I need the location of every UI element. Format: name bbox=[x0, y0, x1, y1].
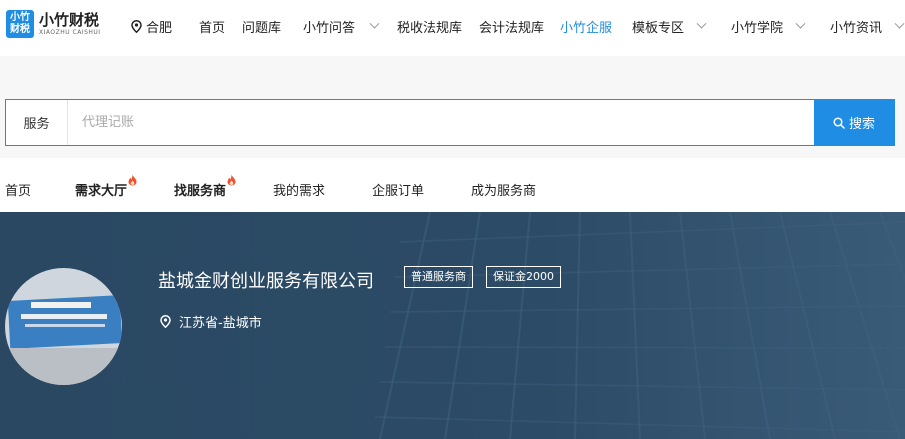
nav-templates[interactable]: 模板专区 bbox=[632, 17, 707, 36]
logo-badge-line1: 小竹 bbox=[10, 12, 30, 23]
subnav-demand-hall[interactable]: 需求大厅 bbox=[75, 174, 137, 199]
top-navigation: 小竹 财税 小竹财税 XIAOZHU CAISHUI 合肥 首页 问题库 小竹问… bbox=[0, 0, 905, 56]
city-label: 合肥 bbox=[146, 21, 173, 36]
subnav-become-provider-label: 成为服务商 bbox=[471, 184, 537, 199]
nav-academy-label: 小竹学院 bbox=[731, 21, 784, 36]
flame-icon bbox=[128, 174, 137, 186]
chevron-down-icon bbox=[696, 18, 707, 29]
location-pin-icon bbox=[131, 20, 142, 33]
avatar-sign-subtext bbox=[25, 324, 105, 327]
building-background bbox=[0, 212, 905, 439]
nav-accounting-regulations-label: 会计法规库 bbox=[479, 21, 545, 36]
subnav-my-demands[interactable]: 我的需求 bbox=[273, 180, 325, 199]
search-type-selector[interactable]: 服务 bbox=[6, 100, 68, 145]
provider-name: 盐城金财创业服务有限公司 bbox=[158, 271, 374, 292]
nav-templates-label: 模板专区 bbox=[632, 21, 685, 36]
avatar-sign-text bbox=[21, 314, 107, 319]
avatar-wall bbox=[5, 348, 122, 385]
nav-home[interactable]: 首页 bbox=[199, 17, 225, 36]
subnav-service-orders-label: 企服订单 bbox=[372, 184, 425, 199]
search-icon bbox=[833, 116, 845, 129]
site-logo[interactable]: 小竹 财税 小竹财税 XIAOZHU CAISHUI bbox=[6, 10, 101, 38]
nav-accounting-regulations[interactable]: 会计法规库 bbox=[479, 17, 544, 36]
provider-banner: 盐城金财创业服务有限公司 普通服务商 保证金2000 江苏省-盐城市 bbox=[0, 212, 905, 439]
logo-badge-line2: 财税 bbox=[10, 24, 30, 35]
provider-location: 江苏省-盐城市 bbox=[160, 312, 262, 331]
provider-deposit-badge: 保证金2000 bbox=[486, 266, 561, 288]
subnav-home[interactable]: 首页 bbox=[5, 180, 31, 199]
logo-text: 小竹财税 XIAOZHU CAISHUI bbox=[39, 11, 101, 37]
subnav-find-provider-label: 找服务商 bbox=[174, 184, 227, 199]
logo-badge: 小竹 财税 bbox=[6, 10, 34, 38]
subnav-home-label: 首页 bbox=[5, 184, 32, 199]
subnav-become-provider[interactable]: 成为服务商 bbox=[471, 180, 536, 199]
location-pin-icon bbox=[160, 315, 171, 328]
subnav-find-provider[interactable]: 找服务商 bbox=[174, 174, 236, 199]
search-bar: 服务 搜索 bbox=[5, 99, 895, 146]
logo-title: 小竹财税 bbox=[39, 11, 100, 29]
nav-qa[interactable]: 小竹问答 bbox=[303, 17, 380, 36]
provider-location-label: 江苏省-盐城市 bbox=[179, 316, 262, 331]
search-button-label: 搜索 bbox=[848, 116, 875, 131]
nav-qa-label: 小竹问答 bbox=[303, 21, 356, 36]
subnav-demand-hall-label: 需求大厅 bbox=[75, 184, 128, 199]
sub-navigation: 首页 需求大厅 找服务商 我的需求 企服订单 成为服务商 bbox=[0, 158, 905, 212]
nav-enterprise-services-label: 小竹企服 bbox=[560, 21, 613, 36]
chevron-down-icon bbox=[894, 18, 905, 29]
subnav-service-orders[interactable]: 企服订单 bbox=[372, 180, 424, 199]
nav-tax-regulations-label: 税收法规库 bbox=[397, 21, 463, 36]
search-button[interactable]: 搜索 bbox=[814, 100, 894, 145]
city-selector[interactable]: 合肥 bbox=[131, 17, 172, 36]
search-type-label: 服务 bbox=[23, 117, 50, 132]
flame-icon bbox=[227, 174, 236, 186]
nav-home-label: 首页 bbox=[199, 21, 226, 36]
nav-enterprise-services[interactable]: 小竹企服 bbox=[560, 17, 612, 36]
nav-question-bank[interactable]: 问题库 bbox=[242, 17, 281, 36]
nav-tax-regulations[interactable]: 税收法规库 bbox=[397, 17, 462, 36]
nav-news-label: 小竹资讯 bbox=[830, 21, 883, 36]
provider-level-badge: 普通服务商 bbox=[404, 266, 473, 288]
logo-subtitle: XIAOZHU CAISHUI bbox=[39, 29, 101, 36]
nav-question-bank-label: 问题库 bbox=[242, 21, 282, 36]
avatar-sign-logo bbox=[31, 302, 91, 308]
chevron-down-icon bbox=[795, 18, 806, 29]
chevron-down-icon bbox=[369, 18, 380, 29]
search-input[interactable] bbox=[68, 100, 814, 145]
nav-news[interactable]: 小竹资讯 bbox=[830, 17, 905, 36]
subnav-my-demands-label: 我的需求 bbox=[273, 184, 326, 199]
provider-avatar bbox=[5, 268, 122, 385]
nav-academy[interactable]: 小竹学院 bbox=[731, 17, 806, 36]
